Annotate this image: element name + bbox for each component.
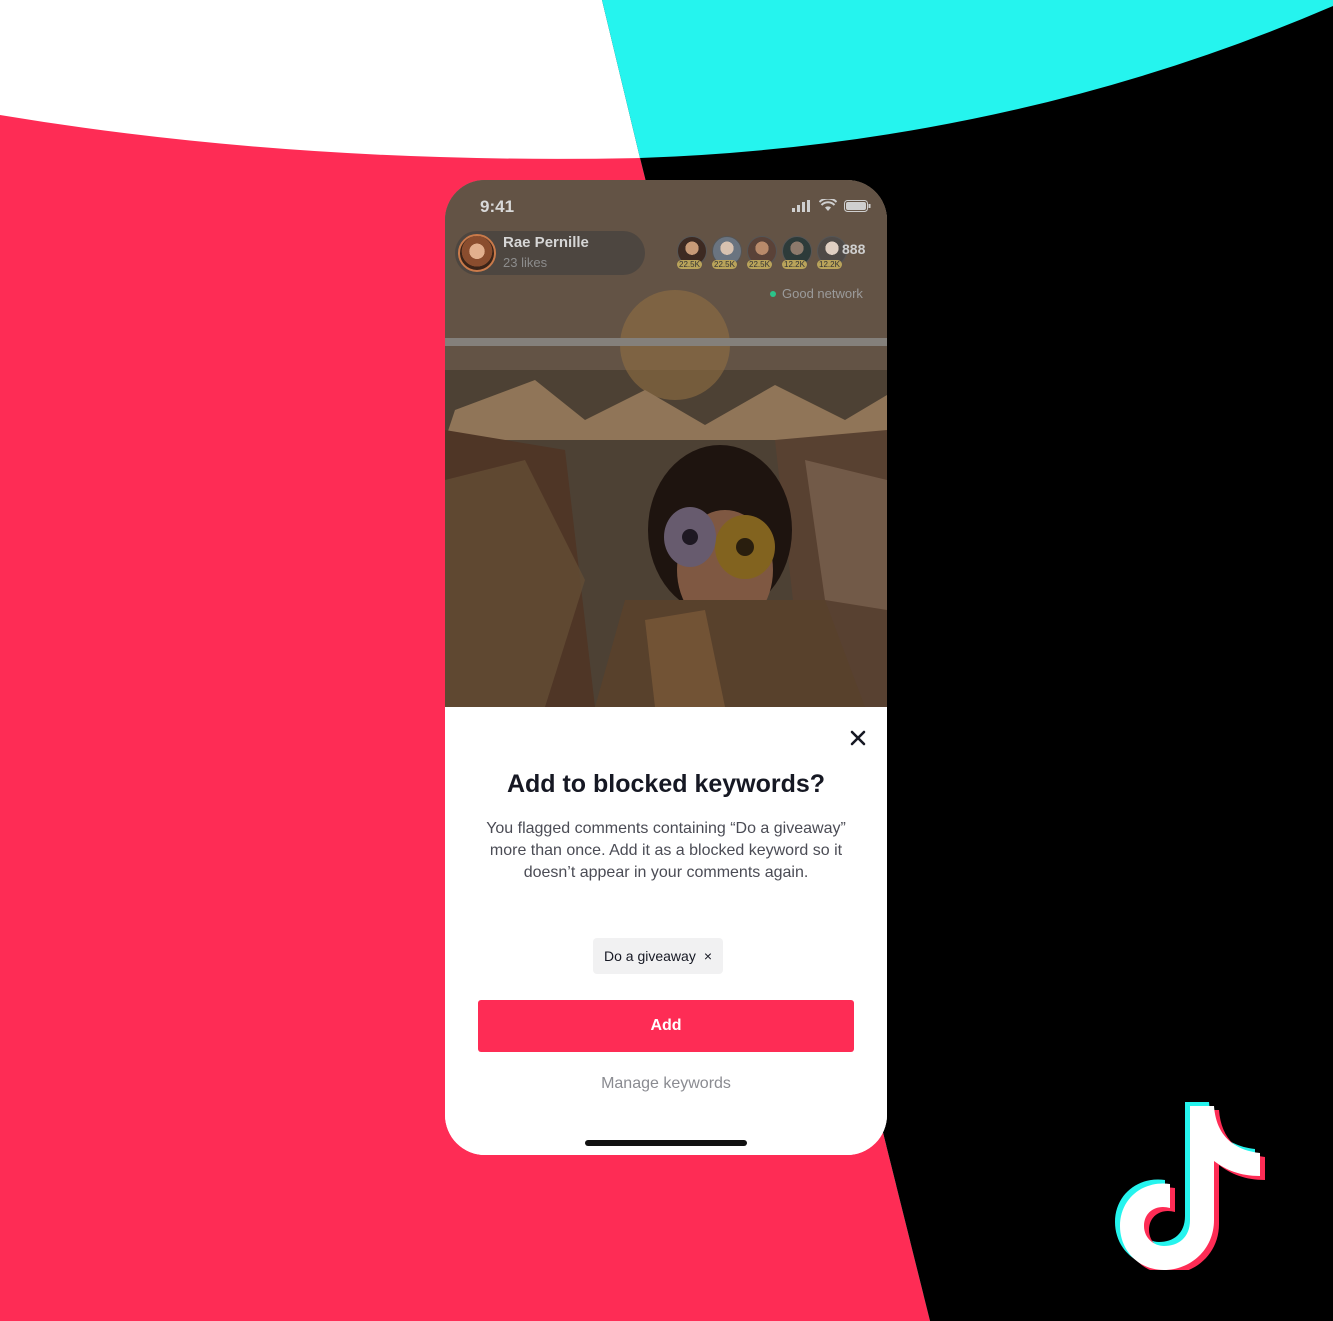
blocked-keywords-dialog: Add to blocked keywords? You flagged com… <box>445 707 887 1155</box>
viewer-gift-count: 12.2K <box>817 260 842 269</box>
add-button[interactable]: Add <box>478 1000 854 1052</box>
host-likes: 23 likes <box>503 255 548 270</box>
status-icons <box>792 199 871 212</box>
battery-icon <box>844 199 871 212</box>
viewer-avatar[interactable]: 22.5K <box>712 236 742 269</box>
viewer-gift-count: 22.5K <box>747 260 772 269</box>
host-name: Rae Pernille <box>503 234 589 251</box>
home-indicator[interactable] <box>585 1140 747 1146</box>
viewer-avatar[interactable]: 22.5K <box>677 236 707 269</box>
live-video: 9:41 Rae Pernille 23 likes 22.5K 22.5K 2… <box>445 180 887 707</box>
signal-icon <box>792 199 810 212</box>
host-avatar[interactable] <box>458 234 496 272</box>
keyword-chip-label: Do a giveaway <box>604 948 696 964</box>
tiktok-logo-icon <box>1115 1102 1265 1270</box>
viewer-total[interactable]: 888 <box>842 241 865 257</box>
wifi-icon <box>819 199 837 211</box>
network-status-text: Good network <box>782 286 863 301</box>
viewer-gift-count: 22.5K <box>677 260 702 269</box>
manage-keywords-link[interactable]: Manage keywords <box>445 1075 887 1093</box>
viewer-gift-count: 22.5K <box>712 260 737 269</box>
host-info[interactable]: Rae Pernille 23 likes <box>455 231 645 275</box>
viewer-avatar[interactable]: 22.5K <box>747 236 777 269</box>
remove-keyword-icon[interactable]: × <box>704 948 712 964</box>
dialog-description: You flagged comments containing “Do a gi… <box>486 820 846 881</box>
top-viewers: 22.5K 22.5K 22.5K 12.2K 12.2K <box>677 236 847 269</box>
phone-mockup: 9:41 Rae Pernille 23 likes 22.5K 22.5K 2… <box>445 180 887 1155</box>
viewer-avatar[interactable]: 12.2K <box>782 236 812 269</box>
network-dot-icon <box>770 290 776 297</box>
dialog-title: Add to blocked keywords? <box>506 770 826 798</box>
close-icon[interactable] <box>847 727 869 749</box>
viewer-gift-count: 12.2K <box>782 260 807 269</box>
status-time: 9:41 <box>480 197 515 216</box>
network-status: Good network <box>770 286 863 301</box>
keyword-chip: Do a giveaway × <box>593 938 724 974</box>
